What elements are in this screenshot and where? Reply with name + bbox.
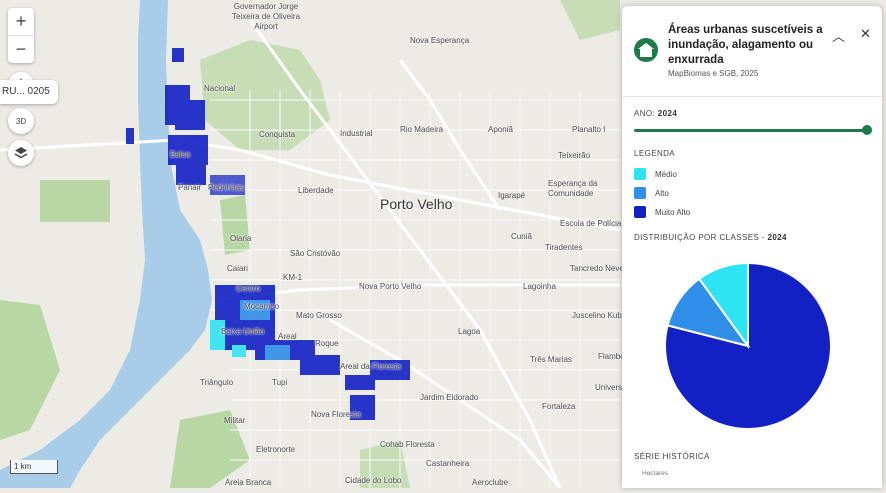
map-label: Areal da Floresta [340,362,401,371]
map-label: Tancredo Neves [570,264,628,273]
panel-subtitle: MapBiomas e SGB, 2025 [668,69,759,78]
year-slider-track[interactable] [634,129,866,132]
year-value: 2024 [657,109,678,118]
map-label: Jardim Eldorado [420,393,479,402]
map-label: Industrial [340,129,373,138]
map-label: Mocambo [244,302,280,311]
map-label: Baixa União [221,327,265,336]
map-label: Nova Esperança [410,36,470,45]
legend-item: Muito Alto [634,206,690,218]
info-panel: Áreas urbanas suscetíveis a inundação, a… [622,6,882,488]
series-unit: Hectares [642,470,669,477]
legend-item: Alto [634,187,669,199]
location-search-chip[interactable]: RU... 0205 [0,80,58,104]
map-label: Aponiã [488,125,513,134]
city-label: Porto Velho [380,196,453,212]
map-label: Rio Madeira [400,125,444,134]
map-label: Esperança da Comunidade [548,179,598,198]
map-label: Castanheira [426,459,470,468]
map-label: Liberdade [298,186,334,195]
map-label: Conquista [259,130,296,139]
map-label: Nacional [204,84,236,93]
map-label: Lagoa [458,327,481,336]
map-label: Cidade do Lobo [345,476,402,485]
distribution-year: 2024 [767,233,787,242]
legend-item: Médio [634,168,677,180]
legend-swatch [634,187,646,199]
panel-title: Áreas urbanas suscetíveis a inundação, a… [668,24,823,66]
map-label: Três Marias [530,355,572,364]
year-label: ANO: 2024 [634,109,678,118]
map-label: Pedrinhas [208,183,245,192]
legend-label: Muito Alto [655,207,691,217]
legend-label: Alto [655,188,669,198]
map-label: Igarapé [498,191,526,200]
zoom-out-icon[interactable]: − [8,35,34,63]
map-label: Teixeirão [558,151,591,160]
map-label: Caiari [227,264,248,273]
map-label: Planalto I [572,125,606,134]
map-label: Lagoinha [523,282,556,291]
map-label: Tiradentes [545,243,583,252]
map-label: Centro [236,284,261,293]
map-label: Cuniã [511,232,532,241]
3d-icon[interactable]: 3D [8,108,34,134]
zoom-in-icon[interactable]: + [8,8,34,35]
map-label: Nova Porto Velho [359,282,422,291]
legend-label: Médio [655,169,677,179]
layers-icon[interactable] [8,140,34,166]
map-label: Fortaleza [542,402,576,411]
divider [622,96,882,97]
chevron-up-icon[interactable]: ︿ [832,26,845,45]
distribution-pie-chart [664,261,832,430]
map-label: Olaria [230,234,252,243]
map-label: Panair [178,183,202,192]
park-area [40,180,110,222]
legend-swatch [634,168,646,180]
zoom-controls: + − [8,8,34,63]
distribution-heading: DISTRIBUIÇÃO POR CLASSES - 2024 [634,233,787,242]
map-label: Areal [278,332,297,341]
map-label: Areia Branca [225,478,272,487]
map-label: Aeroclube [472,478,509,487]
map-label: Balsa [170,150,191,159]
map-label: Mato Grosso [296,311,342,320]
map-label: Eletronorte [256,445,296,454]
map-label: Tupi [272,378,288,387]
map-label: Nova Floresta [311,410,361,419]
map-scale: 1 km [10,460,58,474]
series-heading: SÉRIE HISTÓRICA [634,452,710,461]
close-icon[interactable]: ✕ [860,26,871,42]
map-label: Roque [315,339,339,348]
map-label: KM-1 [283,273,303,282]
3d-label: 3D [15,116,27,126]
airport-label: Governador Jorge Teixeira de Oliveira Ai… [231,2,301,31]
map-label: Militar [224,416,246,425]
year-slider-handle[interactable] [862,125,872,135]
map-label: Triângulo [200,378,234,387]
map-label: Cohab Floresta [380,440,435,449]
map-label: Escola de Polícia [560,219,622,228]
legend-swatch [634,206,646,218]
mapbiomas-logo-icon [634,38,658,62]
legend-heading: LEGENDA [634,149,676,158]
map-label: São Cristóvão [290,249,341,258]
